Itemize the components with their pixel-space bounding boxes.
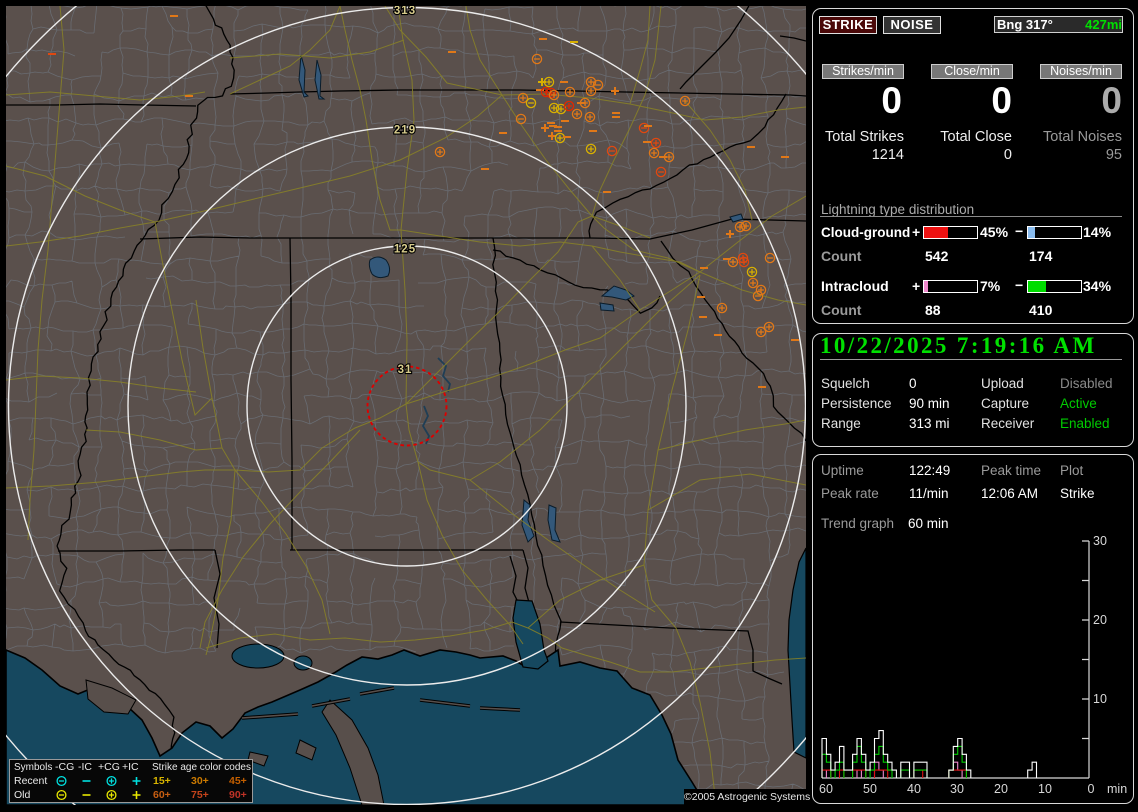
svg-text:30: 30 — [950, 782, 964, 796]
svg-text:60: 60 — [819, 782, 833, 796]
svg-text:50: 50 — [863, 782, 877, 796]
svg-text:30: 30 — [1093, 534, 1107, 548]
svg-text:10: 10 — [1093, 692, 1107, 706]
svg-text:219: 219 — [394, 125, 416, 137]
svg-text:313: 313 — [394, 6, 416, 17]
svg-text:min: min — [1107, 782, 1127, 796]
svg-text:125: 125 — [394, 244, 416, 256]
svg-text:20: 20 — [994, 782, 1008, 796]
svg-text:10: 10 — [1038, 782, 1052, 796]
svg-text:40: 40 — [907, 782, 921, 796]
svg-text:20: 20 — [1093, 613, 1107, 627]
svg-text:31: 31 — [398, 364, 413, 376]
svg-text:0: 0 — [1088, 782, 1095, 796]
